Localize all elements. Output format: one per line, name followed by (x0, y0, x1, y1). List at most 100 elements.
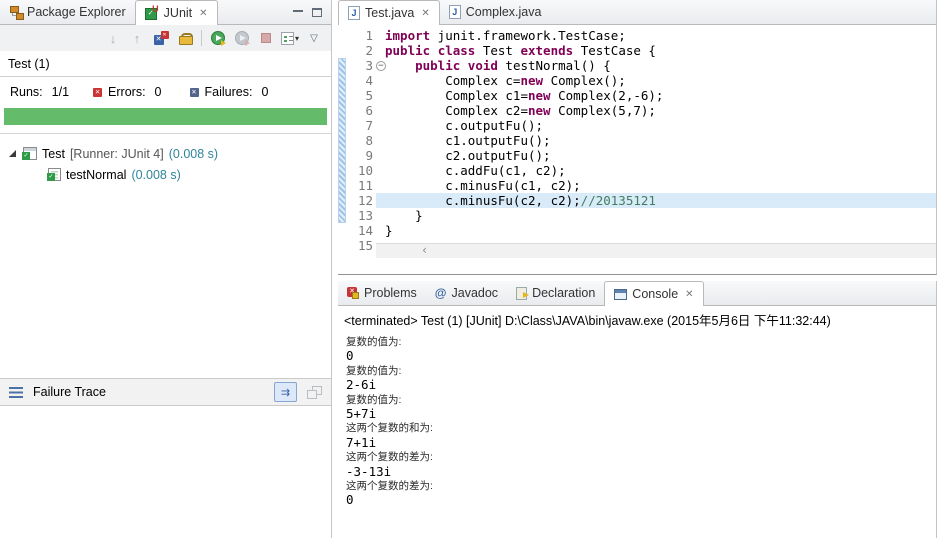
line-number[interactable]: 15 (346, 238, 373, 253)
tab-javadoc[interactable]: @ Javadoc (426, 281, 507, 305)
line-number[interactable]: 2 (346, 43, 373, 58)
show-failures-only-button[interactable] (151, 28, 171, 48)
code-line[interactable]: c2.outputFu(); (376, 148, 936, 163)
console-line: 这两个复数的差为: (346, 479, 433, 492)
tab-label: Test.java (365, 6, 415, 20)
line-number[interactable]: 14 (346, 223, 373, 238)
line-number[interactable]: 3 (346, 58, 373, 73)
filter-stack-trace-button[interactable] (274, 382, 297, 402)
line-number[interactable]: 11 (346, 178, 373, 193)
left-view-stack: Package Explorer JUnit ✕ ↓ ↑ ▾ ▽ Te (0, 0, 332, 538)
code-line[interactable]: c.outputFu(); (376, 118, 936, 133)
code-line[interactable]: c.addFu(c1, c2); (376, 163, 936, 178)
line-number[interactable]: 5 (346, 88, 373, 103)
tab-junit[interactable]: JUnit ✕ (134, 0, 218, 25)
console-status-line: <terminated> Test (1) [JUnit] D:\Class\J… (344, 314, 831, 328)
code-line[interactable]: Complex c=new Complex(); (376, 73, 936, 88)
close-icon[interactable]: ✕ (685, 289, 693, 300)
tab-console[interactable]: Console ✕ (604, 281, 704, 306)
rerun-failed-first-button[interactable] (232, 28, 252, 48)
code-line[interactable]: } (376, 208, 936, 223)
code-line[interactable]: c1.outputFu(); (376, 133, 936, 148)
problems-icon (347, 287, 359, 299)
runs-value: 1/1 (51, 85, 70, 99)
tab-package-explorer[interactable]: Package Explorer (0, 0, 135, 24)
line-number[interactable]: 7 (346, 118, 373, 133)
tab-complex-java[interactable]: Complex.java (440, 0, 551, 24)
console-icon (614, 288, 628, 300)
line-number[interactable]: 8 (346, 133, 373, 148)
view-window-controls (293, 0, 331, 24)
console-line: 7+1i (346, 434, 377, 450)
tree-expanded-icon[interactable] (9, 150, 16, 157)
junit-icon (144, 4, 159, 20)
line-number[interactable]: 13 (346, 208, 373, 223)
line-number[interactable]: 4 (346, 73, 373, 88)
editor-area: Test.java ✕ Complex.java 123456789101112… (338, 0, 937, 275)
failure-icon (189, 87, 199, 97)
minimize-icon[interactable] (293, 9, 303, 19)
code-line[interactable]: c.minusFu(c1, c2); (376, 178, 936, 193)
tab-label: Package Explorer (27, 5, 126, 19)
tree-node-test-suite[interactable]: Test [Runner: JUnit 4] (0.008 s) (0, 143, 331, 164)
scroll-lock-button[interactable] (175, 28, 195, 48)
line-number[interactable]: 9 (346, 148, 373, 163)
console-line: 5+7i (346, 405, 377, 421)
tab-test-java[interactable]: Test.java ✕ (338, 0, 440, 25)
console-line: 复数的值为: (346, 364, 402, 377)
editor-tab-bar: Test.java ✕ Complex.java (338, 0, 936, 25)
code-line[interactable]: Complex c1=new Complex(2,-6); (376, 88, 936, 103)
tab-label: JUnit (163, 6, 193, 20)
code-line[interactable]: } (376, 223, 936, 238)
console-tab-bar: Problems @ Javadoc Declaration Console ✕ (338, 281, 936, 306)
test-time: (0.008 s) (131, 167, 181, 182)
code-line[interactable]: import junit.framework.TestCase; (376, 28, 936, 43)
close-icon[interactable]: ✕ (199, 8, 207, 19)
code-line[interactable]: c.minusFu(c2, c2);//20135121 (376, 193, 936, 208)
console-output: 复数的值为: 0 复数的值为: 2-6i 复数的值为: 5+7i 这两个复数的和为: 7+1i… (338, 331, 936, 512)
range-indicator (338, 58, 346, 223)
runs-label: Runs: (10, 85, 43, 99)
chevron-down-icon: ▽ (310, 32, 318, 44)
code-line[interactable]: public void testNormal() { (376, 58, 936, 73)
left-tab-bar: Package Explorer JUnit ✕ (0, 0, 331, 25)
tab-problems[interactable]: Problems (338, 281, 426, 305)
next-failed-test-button[interactable]: ↓ (103, 28, 123, 48)
line-numbers[interactable]: 1 2 3 4 5 6 7 8 9 10 11 12 13 14 15 (346, 28, 373, 253)
rerun-test-button[interactable] (208, 28, 228, 48)
failure-trace-header: Failure Trace (0, 378, 331, 406)
tree-node-test-method[interactable]: testNormal (0.008 s) (0, 164, 331, 185)
horizontal-scrollbar[interactable] (376, 243, 936, 258)
toolbar-separator (201, 30, 202, 46)
stop-icon (261, 33, 271, 43)
line-number[interactable]: 6 (346, 103, 373, 118)
console-line: 这两个复数的差为: (346, 451, 433, 464)
history-icon (280, 31, 294, 45)
failure-trace-label: Failure Trace (33, 385, 106, 399)
code-editor[interactable]: 123456789101112131415 import junit.frame… (338, 25, 936, 258)
line-number[interactable]: 1 (346, 28, 373, 43)
code-line[interactable]: Complex c2=new Complex(5,7); (376, 103, 936, 118)
tab-label: Javadoc (451, 286, 499, 300)
console-area: Problems @ Javadoc Declaration Console ✕… (338, 281, 937, 538)
stop-test-button[interactable] (256, 28, 276, 48)
dropdown-arrow-icon: ▾ (294, 33, 299, 43)
maximize-icon[interactable] (312, 7, 322, 17)
line-number[interactable]: 10 (346, 163, 373, 178)
line-number[interactable]: 12 (346, 193, 373, 208)
close-icon[interactable]: ✕ (421, 8, 429, 19)
run-counters: Runs: 1/1 Errors: 0 Failures: 0 (0, 77, 331, 102)
lock-icon (179, 32, 193, 45)
tab-declaration[interactable]: Declaration (507, 281, 604, 305)
package-explorer-icon (9, 5, 24, 20)
errors-value: 0 (154, 85, 162, 99)
console-line: 这两个复数的和为: (346, 422, 433, 435)
code-line[interactable]: public class Test extends TestCase { (376, 43, 936, 58)
tab-label: Console (632, 287, 679, 301)
view-menu-button[interactable]: ▽ (304, 28, 324, 48)
menu-lines-icon[interactable] (9, 386, 23, 398)
compare-result-icon[interactable] (307, 385, 322, 399)
previous-failed-test-button[interactable]: ↑ (127, 28, 147, 48)
tab-label: Complex.java (465, 5, 542, 19)
test-run-history-button[interactable]: ▾ (280, 28, 300, 48)
